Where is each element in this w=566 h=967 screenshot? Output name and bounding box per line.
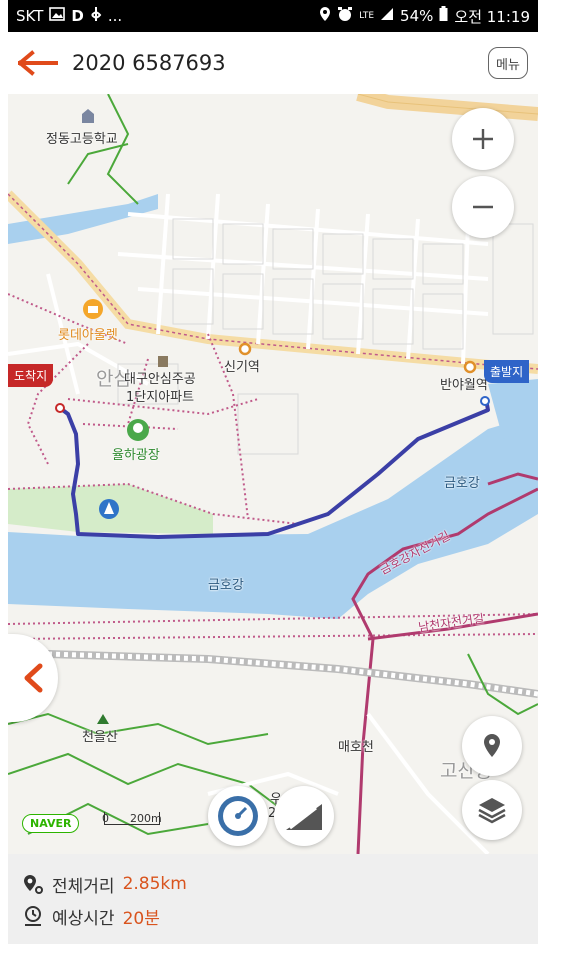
zoom-out-button[interactable] — [452, 176, 514, 238]
map-label-river-2: 금호강 — [208, 578, 244, 593]
map-label-apartment-2: 1단지아파트 — [126, 390, 195, 405]
back-arrow-icon — [18, 50, 58, 76]
layers-icon — [478, 798, 506, 824]
speedometer-icon — [218, 796, 258, 836]
slope-button[interactable] — [274, 786, 334, 846]
chevron-left-icon — [24, 663, 43, 693]
my-location-button[interactable] — [462, 716, 522, 776]
map-view[interactable]: 정동고등학교 롯데아울렛 안심 대구안심주공 1단지아파트 신기역 반야월역 율… — [8, 94, 538, 854]
plus-icon — [473, 129, 493, 149]
alarm-icon — [337, 6, 353, 26]
back-button[interactable] — [18, 48, 60, 78]
map-label-station-singi: 신기역 — [224, 360, 260, 375]
page-title: 2020 6587693 — [72, 51, 226, 75]
menu-button[interactable]: 메뉴 — [488, 47, 528, 79]
time-label: 예상시간 — [52, 908, 115, 929]
end-flag: 도착지 — [8, 364, 54, 387]
shopping-icon — [82, 298, 104, 324]
location-pin-icon — [484, 734, 500, 757]
naver-logo: NAVER — [22, 814, 80, 833]
school-icon — [80, 108, 96, 128]
start-flag: 출발지 — [484, 360, 530, 383]
map-label-park: 율하광장 — [112, 448, 160, 463]
layers-button[interactable] — [462, 780, 522, 840]
status-bar: SKT D ... LTE 54% 오전 11:19 — [8, 0, 538, 32]
distance-row: 전체거리 2.85km — [22, 868, 524, 900]
park-icon — [126, 418, 150, 446]
more-icon: ... — [107, 7, 123, 25]
gallery-icon — [49, 7, 66, 25]
map-label-apartment: 대구안심주공 — [124, 372, 196, 387]
network-label: LTE — [359, 11, 375, 21]
map-label-station-banyawol: 반야월역 — [440, 378, 488, 393]
zoom-in-button[interactable] — [452, 108, 514, 170]
d-icon: D — [71, 7, 84, 25]
park-entrance-icon — [98, 498, 120, 524]
signal-icon — [380, 7, 394, 25]
battery-icon — [439, 6, 448, 26]
estimated-time-icon — [25, 906, 41, 926]
location-status-icon — [319, 6, 331, 26]
map-label-river-1: 금호강 — [444, 476, 480, 491]
time-value: 20분 — [122, 908, 160, 929]
map-label-stream: 매호천 — [338, 740, 374, 755]
map-label-school: 정동고등학교 — [46, 132, 118, 147]
app-icon — [90, 6, 102, 26]
time-row: 예상시간 20분 — [22, 900, 524, 932]
map-label-lotte-outlet: 롯데아울렛 — [58, 328, 118, 343]
header-bar: 2020 6587693 메뉴 — [8, 32, 538, 94]
clock: 오전 11:19 — [454, 7, 530, 26]
minus-icon — [473, 205, 493, 209]
distance-value: 2.85km — [122, 874, 187, 894]
route-distance-icon — [24, 875, 43, 894]
scale-distance-label: 200m — [130, 812, 162, 825]
distance-label: 전체거리 — [52, 876, 115, 897]
speed-button[interactable] — [208, 786, 268, 846]
route-info-panel: 전체거리 2.85km 예상시간 20분 — [8, 854, 538, 944]
scale-zero-label: 0 — [102, 812, 109, 825]
slope-icon — [286, 804, 322, 830]
map-label-mountain: 천을산 — [82, 730, 118, 745]
battery-percent: 54% — [400, 7, 434, 25]
app-screen: SKT D ... LTE 54% 오전 11:19 2020 6587693 … — [8, 0, 538, 967]
carrier-label: SKT — [16, 7, 44, 25]
